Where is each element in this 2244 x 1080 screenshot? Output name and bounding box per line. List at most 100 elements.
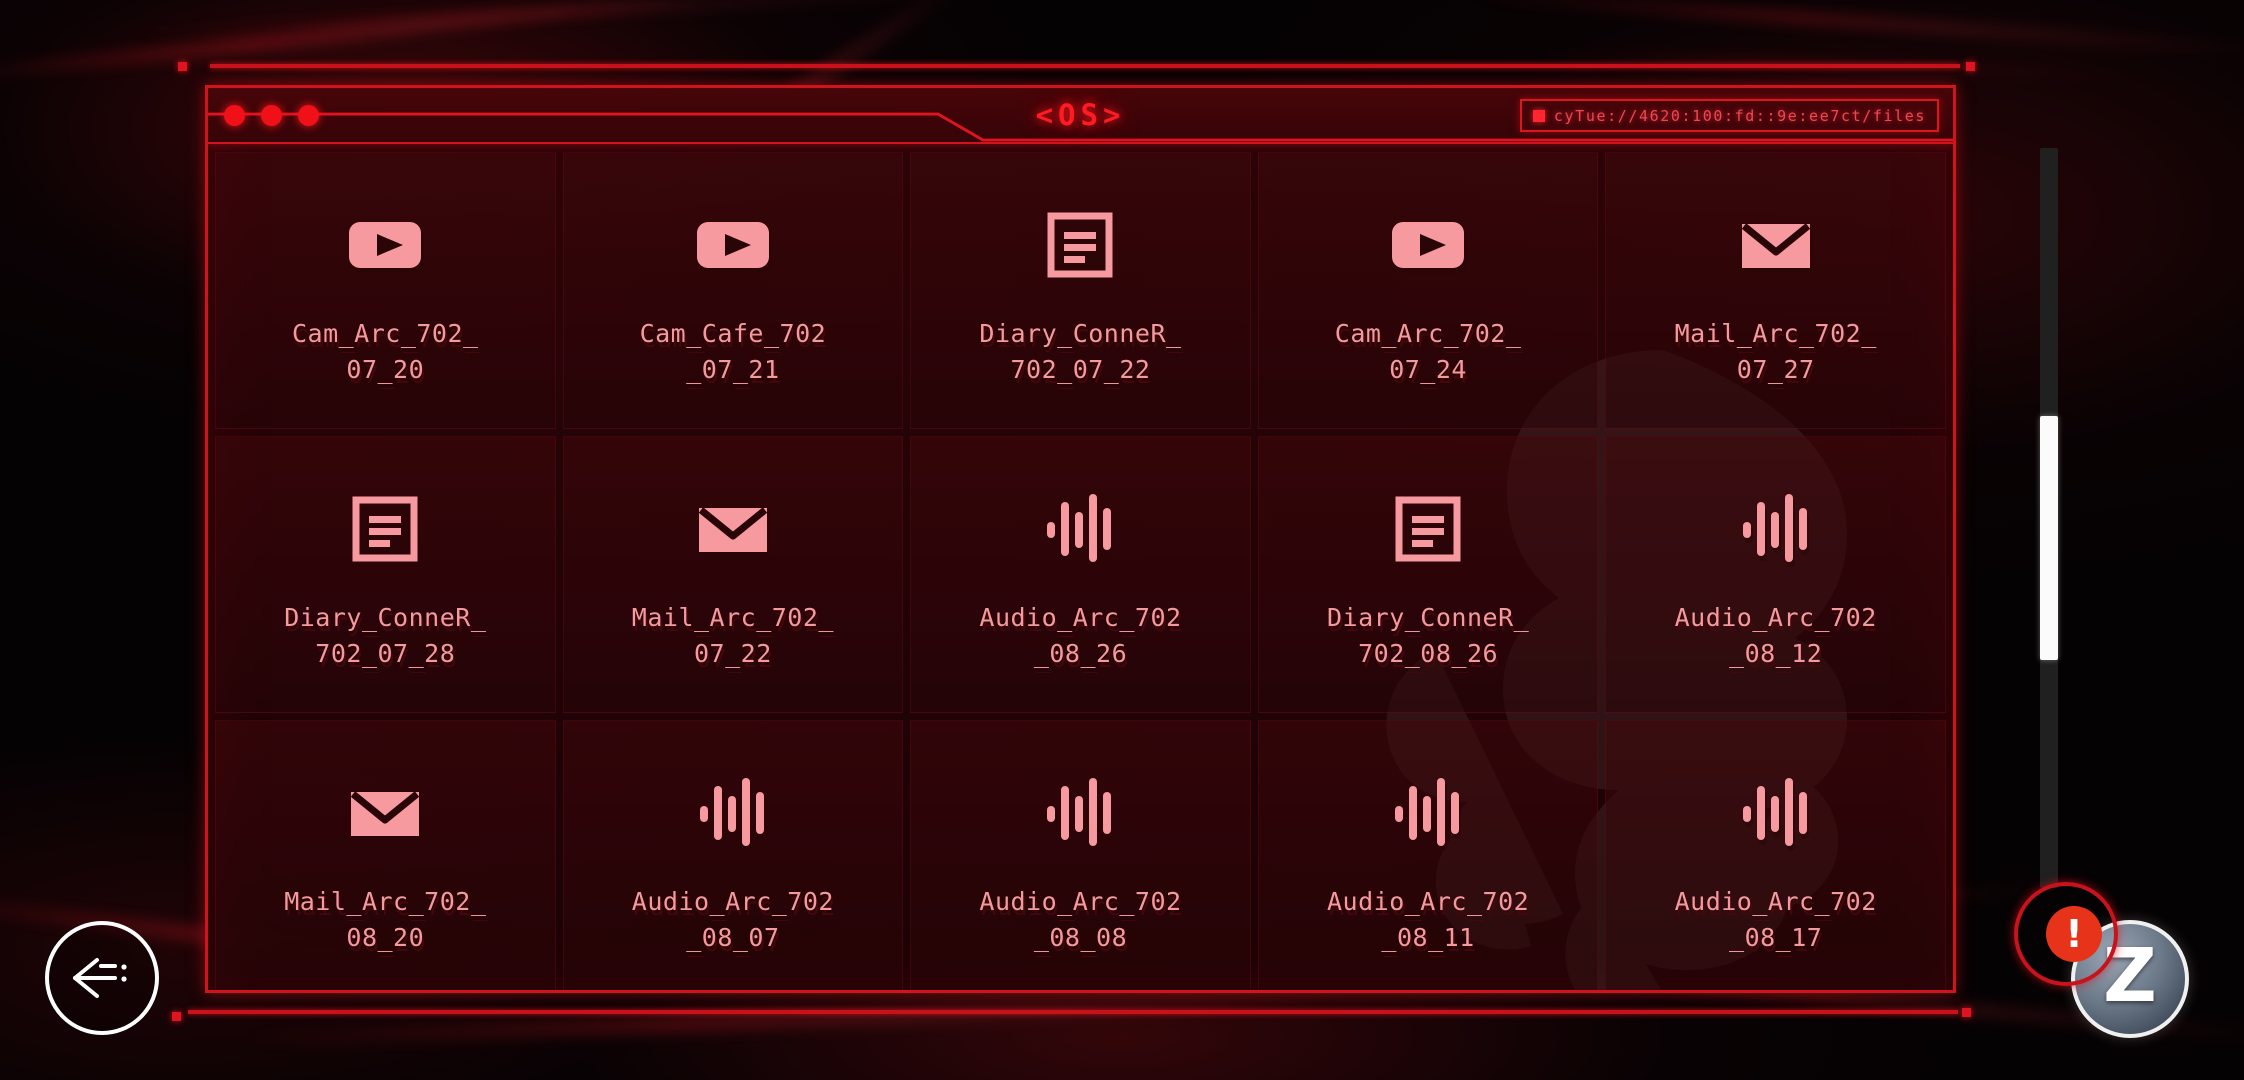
lock-icon bbox=[1532, 109, 1545, 122]
window-traffic-lights[interactable] bbox=[224, 105, 319, 126]
file-label: Audio_Arc_702 _08_07 bbox=[584, 884, 882, 956]
file-label-line: 07_20 bbox=[346, 354, 425, 384]
file-label-line: _08_26 bbox=[1033, 638, 1128, 668]
window-titlebar: <OS> cyTue://4620:100:fd::9e:ee7ct/files bbox=[208, 88, 1953, 144]
document-file-icon bbox=[1395, 496, 1461, 563]
file-label-line: 07_22 bbox=[694, 638, 772, 668]
file-icon-wrapper bbox=[1730, 762, 1822, 858]
file-label-line: 702_08_26 bbox=[1358, 638, 1499, 668]
background-streak bbox=[1464, 0, 2244, 57]
file-label: Mail_Arc_702_ 07_22 bbox=[584, 600, 882, 672]
back-button[interactable] bbox=[45, 921, 159, 1035]
file-icon-wrapper bbox=[1034, 194, 1126, 290]
file-label-line: Audio_Arc_702 bbox=[1674, 886, 1877, 916]
background-streak bbox=[120, 0, 1020, 39]
file-tile[interactable]: Cam_Arc_702_ 07_24 bbox=[1257, 152, 1599, 429]
file-tile[interactable]: Audio_Arc_702 _08_26 bbox=[910, 436, 1251, 713]
file-label: Cam_Arc_702_ 07_20 bbox=[236, 316, 534, 388]
file-label: Audio_Arc_702 _08_26 bbox=[932, 600, 1230, 672]
file-tile[interactable]: Audio_Arc_702 _08_11 bbox=[1257, 720, 1599, 990]
alert-badge[interactable]: ! bbox=[2046, 906, 2102, 962]
file-tile[interactable]: Mail_Arc_702_ 07_22 bbox=[562, 436, 904, 713]
document-file-icon bbox=[1047, 212, 1113, 279]
file-label-line: _08_11 bbox=[1381, 922, 1475, 952]
audio-file-icon bbox=[1742, 493, 1809, 567]
file-label-line: 702_07_28 bbox=[315, 638, 456, 668]
file-icon-wrapper bbox=[1382, 194, 1474, 290]
video-file-icon bbox=[1392, 221, 1468, 273]
file-label-line: Mail_Arc_702_ bbox=[1674, 318, 1877, 348]
file-icon-wrapper bbox=[1730, 194, 1822, 290]
audio-file-icon bbox=[1047, 493, 1114, 567]
background-streak bbox=[240, 992, 1340, 1048]
background-streak bbox=[0, 0, 719, 83]
mail-file-icon bbox=[351, 790, 423, 841]
file-label-line: Audio_Arc_702 bbox=[979, 886, 1182, 916]
file-tile[interactable]: Mail_Arc_702_ 08_20 bbox=[215, 720, 556, 990]
file-label-line: _08_08 bbox=[1033, 922, 1128, 952]
file-label-line: Diary_ConneR_ bbox=[284, 602, 487, 632]
file-label: Diary_ConneR_ 702_07_28 bbox=[236, 600, 534, 672]
scrollbar-thumb[interactable] bbox=[2040, 416, 2058, 660]
frame-line-top bbox=[210, 64, 1960, 68]
file-icon-wrapper bbox=[1730, 478, 1822, 574]
file-label-line: Diary_ConneR_ bbox=[1327, 602, 1530, 632]
file-label-line: Diary_ConneR_ bbox=[979, 318, 1182, 348]
file-label-line: Cam_Cafe_702 bbox=[639, 318, 827, 348]
file-tile[interactable]: Audio_Arc_702 _08_12 bbox=[1605, 436, 1946, 713]
file-tile[interactable]: Diary_ConneR_ 702_08_26 bbox=[1257, 436, 1599, 713]
file-label-line: Audio_Arc_702 bbox=[1674, 602, 1877, 632]
frame-corner-marker bbox=[172, 1012, 181, 1021]
file-tile[interactable]: Cam_Cafe_702 _07_21 bbox=[562, 152, 904, 429]
file-icon-wrapper bbox=[1034, 478, 1126, 574]
maximize-button[interactable] bbox=[298, 105, 319, 126]
file-label-line: Cam_Arc_702_ bbox=[1334, 318, 1522, 348]
file-icon-wrapper bbox=[1382, 478, 1474, 574]
video-file-icon bbox=[696, 221, 772, 273]
file-icon-wrapper bbox=[687, 194, 779, 290]
document-file-icon bbox=[352, 496, 418, 563]
z-logo-icon: Z bbox=[2103, 933, 2157, 1019]
back-arrow-icon bbox=[73, 958, 127, 998]
frame-corner-marker bbox=[178, 62, 187, 71]
close-button[interactable] bbox=[224, 105, 245, 126]
file-label: Diary_ConneR_ 702_07_22 bbox=[932, 316, 1230, 388]
file-label-line: Mail_Arc_702_ bbox=[284, 886, 487, 916]
file-label-line: 07_24 bbox=[1389, 354, 1467, 384]
file-icon-wrapper bbox=[1382, 762, 1474, 858]
audio-file-icon bbox=[1395, 777, 1462, 851]
mail-file-icon bbox=[1741, 222, 1813, 273]
file-label-line: 07_27 bbox=[1736, 354, 1815, 384]
file-label: Diary_ConneR_ 702_08_26 bbox=[1279, 600, 1577, 672]
frame-corner-marker bbox=[1962, 1008, 1971, 1017]
file-tile[interactable]: Cam_Arc_702_ 07_20 bbox=[215, 152, 556, 429]
address-bar[interactable]: cyTue://4620:100:fd::9e:ee7ct/files bbox=[1519, 99, 1939, 132]
file-icon-wrapper bbox=[1034, 762, 1126, 858]
file-icon-wrapper bbox=[339, 194, 431, 290]
file-tile[interactable]: Diary_ConneR_ 702_07_28 bbox=[215, 436, 556, 713]
audio-file-icon bbox=[1742, 777, 1809, 851]
file-label-line: 08_20 bbox=[346, 922, 425, 952]
file-label-line: Audio_Arc_702 bbox=[979, 602, 1182, 632]
file-label: Audio_Arc_702 _08_12 bbox=[1627, 600, 1925, 672]
file-tile[interactable]: Diary_ConneR_ 702_07_22 bbox=[910, 152, 1251, 429]
file-label-line: Cam_Arc_702_ bbox=[291, 318, 479, 348]
file-label-line: Mail_Arc_702_ bbox=[631, 602, 834, 632]
file-icon-wrapper bbox=[339, 762, 431, 858]
file-label: Audio_Arc_702 _08_08 bbox=[932, 884, 1230, 956]
file-tile[interactable]: Audio_Arc_702 _08_07 bbox=[562, 720, 904, 990]
screen: <OS> cyTue://4620:100:fd::9e:ee7ct/files… bbox=[0, 0, 2244, 1080]
file-label-line: Audio_Arc_702 bbox=[1327, 886, 1530, 916]
file-label-line: _08_17 bbox=[1729, 922, 1823, 952]
frame-line-bottom bbox=[188, 1010, 1958, 1014]
vertical-scrollbar[interactable] bbox=[2040, 148, 2058, 888]
file-tile[interactable]: Audio_Arc_702 _08_17 bbox=[1605, 720, 1946, 990]
audio-file-icon bbox=[1047, 777, 1114, 851]
video-file-icon bbox=[349, 221, 425, 273]
os-window: <OS> cyTue://4620:100:fd::9e:ee7ct/files… bbox=[205, 85, 1956, 993]
file-icon-wrapper bbox=[687, 478, 779, 574]
file-label-line: _07_21 bbox=[686, 354, 780, 384]
minimize-button[interactable] bbox=[261, 105, 282, 126]
file-tile[interactable]: Mail_Arc_702_ 07_27 bbox=[1605, 152, 1946, 429]
file-tile[interactable]: Audio_Arc_702 _08_08 bbox=[910, 720, 1251, 990]
